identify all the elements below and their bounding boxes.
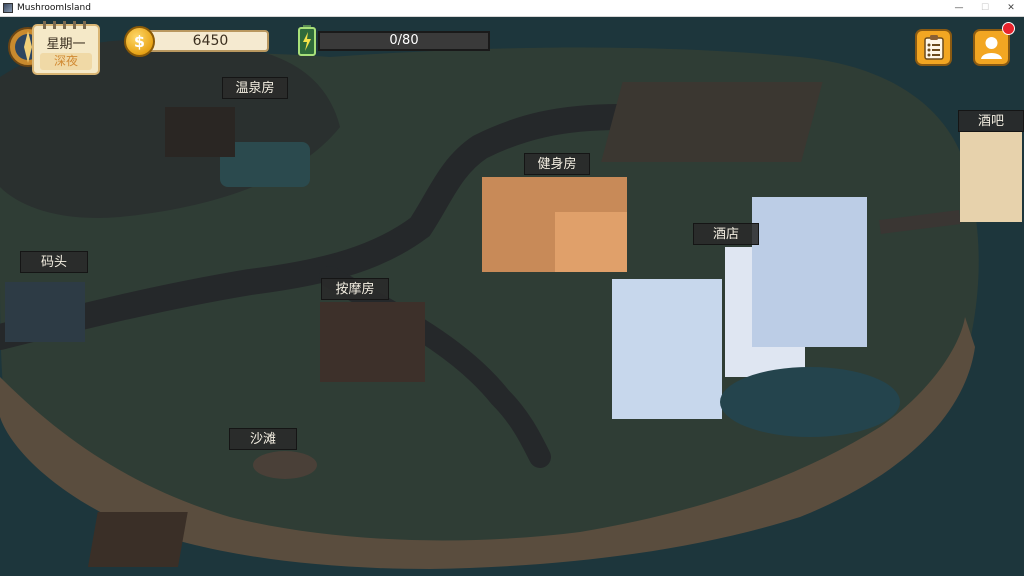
- location-label-beach[interactable]: 沙滩: [229, 428, 297, 450]
- energy-bar: 0/80: [318, 31, 490, 51]
- calendar-rings: [43, 21, 89, 29]
- battery-energy-icon: [298, 25, 316, 56]
- notification-badge: [1002, 22, 1015, 35]
- dock-house: [5, 282, 85, 342]
- profile-button[interactable]: [973, 29, 1010, 66]
- location-label-hot-spring[interactable]: 温泉房: [222, 77, 288, 99]
- energy-text: 0/80: [389, 33, 419, 48]
- maximize-button[interactable]: ☐: [972, 0, 998, 16]
- beach-gazebo: [253, 451, 317, 479]
- coin-counter: 6450: [140, 30, 269, 52]
- coin-value: 6450: [192, 33, 229, 49]
- massage-building: [320, 302, 425, 382]
- hotel-tower-left: [612, 279, 722, 419]
- day-calendar-card: 星期一 深夜: [32, 21, 100, 75]
- weekday-text: 星期一: [46, 37, 86, 52]
- location-label-bar[interactable]: 酒吧: [958, 110, 1024, 132]
- location-label-dock[interactable]: 码头: [20, 251, 88, 273]
- gym-building-lower: [555, 212, 627, 272]
- close-button[interactable]: ✕: [998, 0, 1024, 16]
- clipboard-checklist-icon: [924, 35, 944, 60]
- bar-building: [960, 132, 1022, 222]
- tasks-button[interactable]: [915, 29, 952, 66]
- construction-site: [601, 82, 823, 162]
- location-label-massage[interactable]: 按摩房: [321, 278, 389, 300]
- time-of-day-text: 深夜: [40, 53, 92, 70]
- location-label-gym[interactable]: 健身房: [524, 153, 590, 175]
- island-map: [0, 17, 1024, 576]
- window-title: MushroomIsland: [17, 3, 91, 13]
- minimize-button[interactable]: —: [946, 0, 972, 16]
- hotel-pond: [720, 367, 900, 437]
- window-titlebar: MushroomIsland — ☐ ✕: [0, 0, 1024, 17]
- hot-spring-building: [165, 107, 235, 157]
- bar-bridge: [879, 210, 961, 234]
- beach-pier: [88, 512, 188, 567]
- user-profile-icon: [981, 37, 1002, 59]
- location-label-hotel[interactable]: 酒店: [693, 223, 759, 245]
- app-icon: [3, 3, 13, 13]
- hotel-tower-right: [752, 197, 867, 347]
- coin-icon: $: [124, 26, 155, 57]
- game-viewport: 温泉房 健身房 酒吧 酒店 码头 按摩房 沙滩 星期一 深夜 6450 $ 0/…: [0, 17, 1024, 576]
- window-controls: — ☐ ✕: [946, 0, 1024, 16]
